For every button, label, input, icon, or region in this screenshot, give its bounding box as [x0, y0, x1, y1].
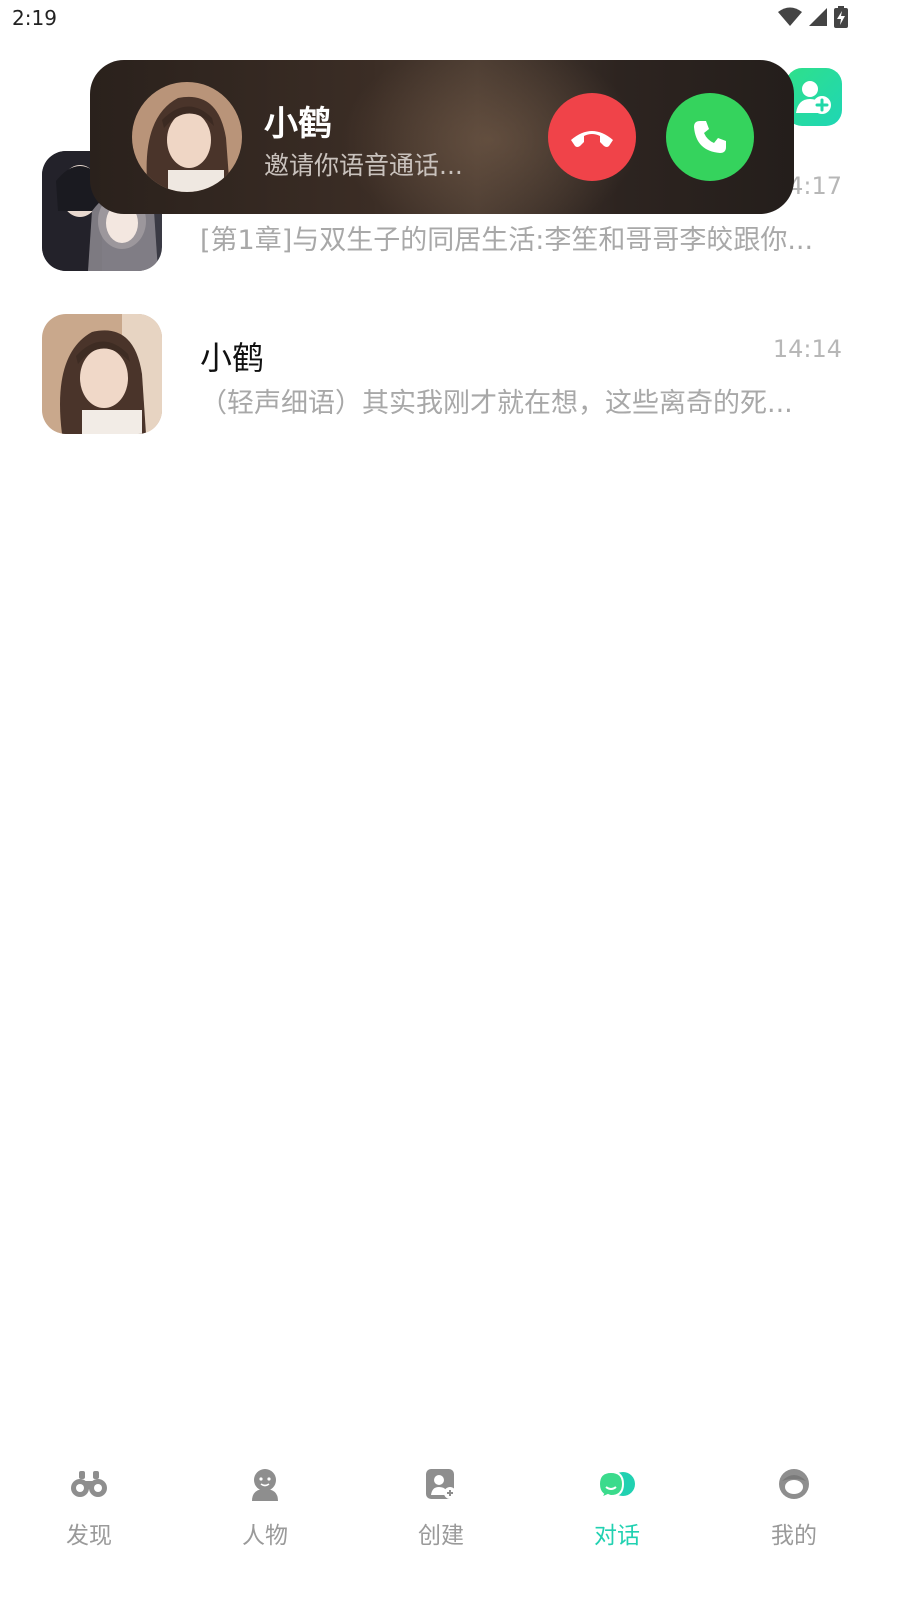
status-icons: [778, 6, 848, 28]
nav-item-discover[interactable]: 发现: [29, 1464, 149, 1564]
hang-up-icon: [571, 131, 613, 147]
wifi-icon: [778, 7, 802, 26]
nav-item-people[interactable]: 人物: [205, 1464, 325, 1564]
battery-charging-icon: [834, 6, 848, 28]
caller-avatar: [132, 82, 242, 192]
decline-call-button[interactable]: [548, 93, 636, 181]
chat-preview: [第1章]与双生子的同居生活:李笙和哥哥李皎跟你...: [200, 225, 814, 256]
nav-label: 创建: [418, 1523, 464, 1549]
chat-time: 14:14: [772, 335, 842, 363]
call-status-text: 邀请你语音通话...: [264, 151, 463, 180]
chat-preview: （轻声细语）其实我刚才就在想，这些离奇的死...: [200, 388, 793, 419]
nav-item-chat[interactable]: 对话: [557, 1464, 677, 1564]
person-icon: [245, 1464, 285, 1504]
chat-name: 小鹤: [200, 339, 265, 377]
nav-label: 人物: [242, 1523, 288, 1549]
status-time: 2:19: [12, 6, 57, 30]
status-bar: 2:19: [0, 0, 900, 40]
chat-time: 4:17: [788, 172, 842, 200]
accept-call-button[interactable]: [666, 93, 754, 181]
profile-icon: [774, 1464, 814, 1504]
avatar: [42, 314, 162, 434]
binoculars-icon: [69, 1464, 109, 1504]
nav-label: 对话: [594, 1523, 640, 1549]
nav-item-mine[interactable]: 我的: [734, 1464, 854, 1564]
chat-list-item[interactable]: 小鹤 14:14 （轻声细语）其实我刚才就在想，这些离奇的死...: [0, 305, 900, 445]
caller-name: 小鹤: [264, 104, 332, 144]
nav-label: 我的: [771, 1523, 817, 1549]
signal-icon: [809, 8, 827, 26]
chat-bubble-icon: [597, 1464, 637, 1504]
incoming-call-banner[interactable]: 小鹤 邀请你语音通话...: [90, 60, 794, 214]
bottom-navigation: 发现 人物 创建 对话 我的: [0, 1450, 900, 1600]
nav-item-create[interactable]: 创建: [381, 1464, 501, 1564]
add-contact-icon: [796, 81, 831, 114]
nav-label: 发现: [66, 1523, 112, 1549]
phone-icon: [694, 121, 726, 153]
add-contact-button[interactable]: [786, 68, 842, 126]
create-contact-icon: [421, 1464, 461, 1504]
